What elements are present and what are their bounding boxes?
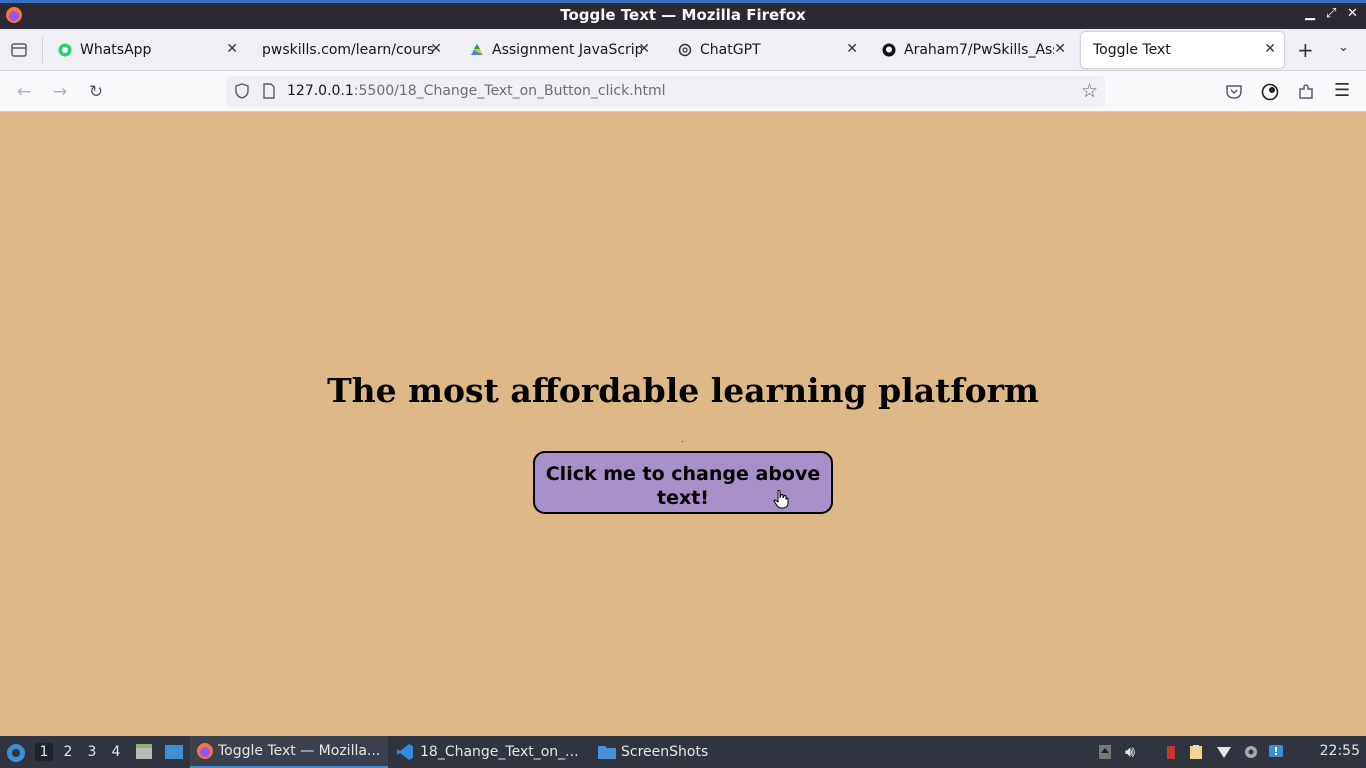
list-tabs-icon[interactable]: ⌄: [1338, 40, 1349, 55]
start-menu-icon[interactable]: [6, 743, 26, 763]
close-tab-icon[interactable]: ✕: [1264, 41, 1276, 57]
firefox-view-icon[interactable]: [10, 41, 28, 59]
close-tab-icon[interactable]: ✕: [846, 41, 858, 57]
bookmark-star-icon[interactable]: ☆: [1081, 80, 1098, 102]
taskbar: 1 2 3 4 Toggle Text — Mozilla... 18_Chan…: [0, 736, 1366, 768]
firefox-icon: [197, 743, 213, 759]
address-bar[interactable]: 127.0.0.1:5500/18_Change_Text_on_Button_…: [226, 76, 1105, 107]
workspace-2[interactable]: 2: [59, 743, 77, 761]
extensions-icon[interactable]: [1297, 83, 1315, 101]
url-text[interactable]: 127.0.0.1:5500/18_Change_Text_on_Button_…: [287, 83, 666, 99]
url-path: :5500/18_Change_Text_on_Button_click.htm…: [353, 83, 666, 99]
taskbar-item-screenshots[interactable]: ScreenShots: [597, 736, 727, 768]
tab-label: pwskills.com/learn/course: [262, 42, 434, 58]
close-tab-icon[interactable]: ✕: [1054, 41, 1066, 57]
notification-icon[interactable]: [1268, 744, 1284, 760]
tab-pwskills[interactable]: pwskills.com/learn/course ✕: [250, 29, 450, 71]
page-icon: [263, 83, 275, 99]
whatsapp-icon: [58, 43, 72, 57]
hand-cursor-icon: [773, 490, 789, 509]
github-icon: [882, 43, 896, 57]
file-manager-icon[interactable]: [135, 743, 153, 761]
eject-icon[interactable]: [1097, 744, 1113, 760]
close-tab-icon[interactable]: ✕: [638, 41, 650, 57]
tab-bar: WhatsApp ✕ pwskills.com/learn/course ✕ A…: [0, 29, 1366, 71]
page-heading: The most affordable learning platform: [327, 371, 1039, 410]
google-drive-icon: [471, 44, 483, 55]
window-title: Toggle Text — Mozilla Firefox: [560, 6, 806, 24]
tab-label: Assignment JavaScript: [492, 42, 642, 58]
forward-icon[interactable]: →: [49, 81, 71, 103]
close-window-icon[interactable]: ✕: [1347, 6, 1358, 21]
tab-label: Toggle Text: [1093, 42, 1171, 58]
tab-whatsapp[interactable]: WhatsApp ✕: [46, 29, 246, 71]
desktop-icon[interactable]: [164, 743, 184, 761]
reload-icon[interactable]: ↻: [85, 81, 107, 103]
workspace-1[interactable]: 1: [35, 743, 53, 761]
tab-github[interactable]: Araham7/PwSkills_Ass ✕: [870, 29, 1074, 71]
navigation-bar: ← → ↻ 127.0.0.1:5500/18_Change_Text_on_B…: [0, 71, 1366, 112]
tab-label: WhatsApp: [80, 42, 152, 58]
stray-dot: [682, 441, 683, 442]
volume-icon[interactable]: 🔊︎: [1125, 742, 1135, 762]
folder-icon: [598, 746, 616, 759]
minimize-icon[interactable]: ▁: [1305, 6, 1315, 21]
tab-assignment[interactable]: Assignment JavaScript ✕: [458, 29, 658, 71]
taskbar-item-label: Toggle Text — Mozilla...: [218, 743, 381, 759]
back-icon[interactable]: ←: [13, 81, 35, 103]
workspace-3[interactable]: 3: [83, 743, 101, 761]
wifi-icon[interactable]: [1216, 744, 1232, 760]
tab-label: ChatGPT: [700, 42, 761, 58]
battery-icon[interactable]: [1163, 744, 1179, 760]
taskbar-item-label: ScreenShots: [621, 744, 709, 760]
window-titlebar: Toggle Text — Mozilla Firefox ▁ ⤢ ✕: [0, 0, 1366, 29]
pocket-icon[interactable]: [1225, 83, 1243, 101]
tab-chatgpt[interactable]: ChatGPT ✕: [666, 29, 866, 71]
tab-divider: [42, 37, 43, 63]
tab-toggle-text[interactable]: Toggle Text ✕: [1081, 32, 1284, 68]
maximize-icon[interactable]: ⤢: [1326, 6, 1336, 21]
clock: 22:55: [1319, 743, 1360, 759]
shield-icon[interactable]: [234, 83, 250, 99]
taskbar-item-vscode[interactable]: 18_Change_Text_on_...: [396, 736, 586, 768]
menu-icon[interactable]: ☰: [1334, 80, 1350, 101]
clipboard-icon[interactable]: [1188, 744, 1204, 760]
vscode-icon: [397, 744, 413, 760]
workspace-4[interactable]: 4: [107, 743, 125, 761]
account-icon[interactable]: [1261, 83, 1279, 101]
settings-icon[interactable]: [1243, 744, 1259, 760]
url-host: 127.0.0.1: [287, 83, 354, 99]
chatgpt-icon: [678, 43, 692, 57]
close-tab-icon[interactable]: ✕: [226, 41, 238, 57]
new-tab-icon[interactable]: +: [1297, 38, 1314, 62]
page-content: The most affordable learning platform Cl…: [0, 112, 1366, 736]
taskbar-item-label: 18_Change_Text_on_...: [420, 744, 579, 760]
close-tab-icon[interactable]: ✕: [430, 41, 442, 57]
tab-label: Araham7/PwSkills_Ass: [904, 42, 1054, 58]
taskbar-item-firefox[interactable]: Toggle Text — Mozilla...: [190, 736, 388, 768]
